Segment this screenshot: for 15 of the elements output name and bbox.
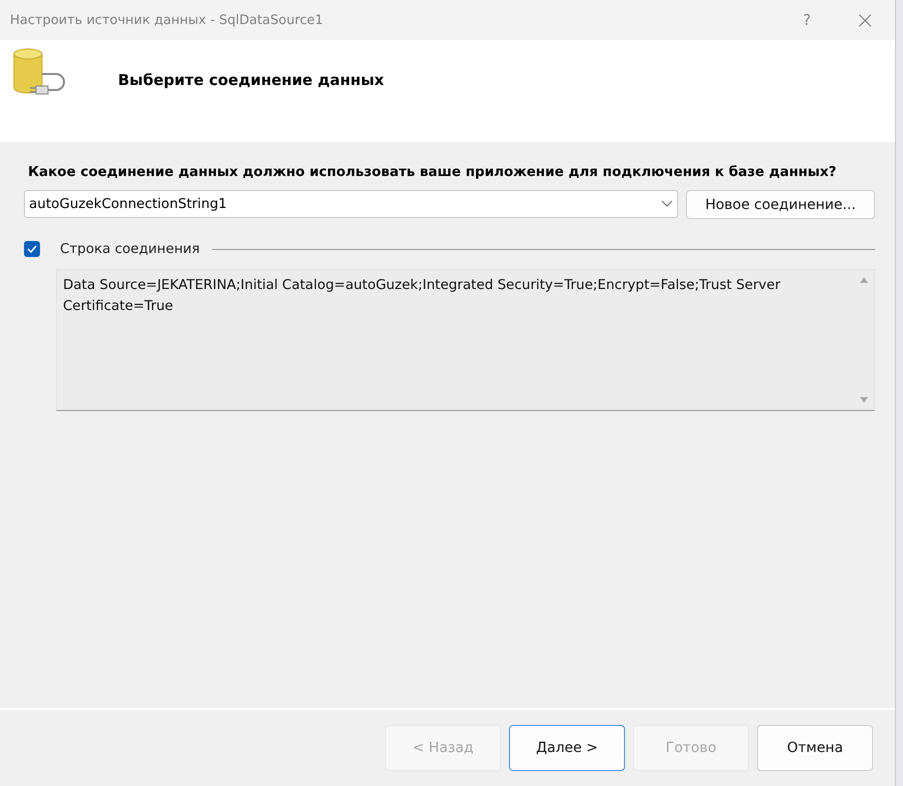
checkbox-label: Строка соединения bbox=[60, 241, 200, 257]
connection-dropdown[interactable]: autoGuzekConnectionString1 bbox=[24, 190, 678, 218]
checkbox[interactable] bbox=[24, 241, 40, 257]
window-title: Настроить источник данных - SqlDataSource1 bbox=[10, 12, 324, 28]
page-heading: Выберите соединение данных bbox=[118, 71, 384, 89]
new-connection-button[interactable]: Новое соединение... bbox=[686, 190, 875, 219]
scroll-down-icon[interactable] bbox=[859, 396, 869, 404]
question-label: Какое соединение данных должно использовать ваше приложение для подключения к базе данных? bbox=[28, 164, 838, 180]
dialog-button[interactable]: Отмена bbox=[757, 725, 873, 771]
check-icon bbox=[27, 245, 37, 253]
scroll-up-icon[interactable] bbox=[859, 276, 869, 284]
connection-string-text: Data Source=JEKATERINA;Initial Catalog=autoGuzek;Integrated Security=True;Encrypt=False;Trust Server Certificate=True bbox=[62, 276, 782, 316]
dialog-button[interactable]: Далее > bbox=[509, 725, 625, 771]
chevron-down-icon bbox=[661, 200, 673, 208]
connection-string-box[interactable]: Data Source=JEKATERINA;Initial Catalog=autoGuzek;Integrated Security=True;Encrypt=False;Trust Server Certificate=True bbox=[56, 269, 875, 411]
